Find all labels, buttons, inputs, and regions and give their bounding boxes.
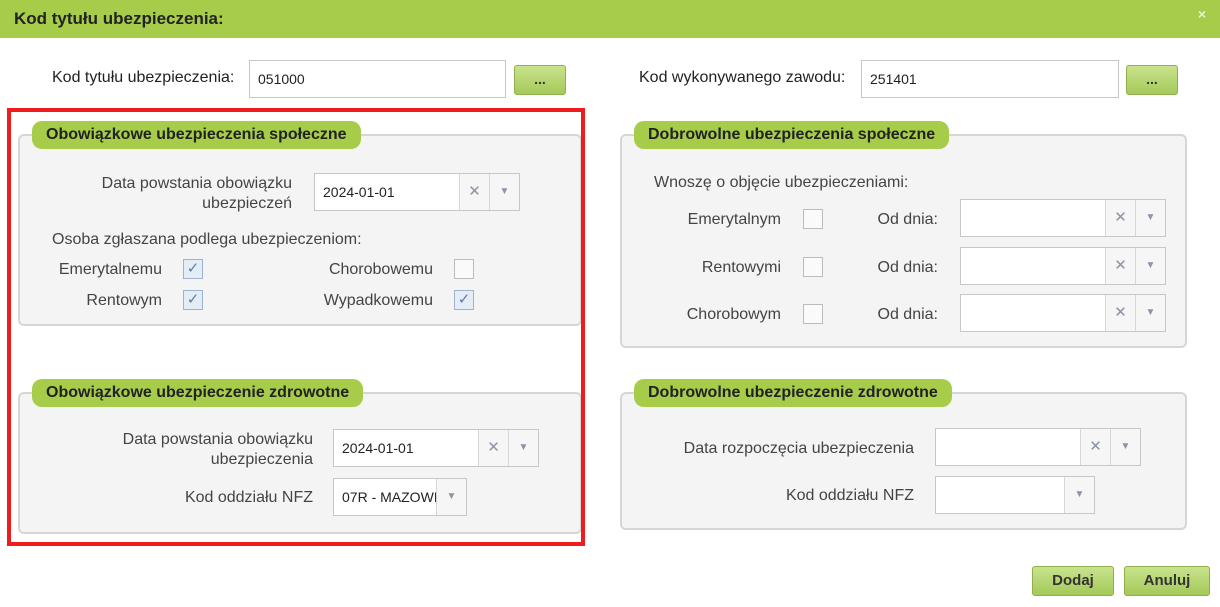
clear-icon[interactable]: ✕ — [1105, 248, 1135, 284]
dobrowolne-zdrowotne-legend: Dobrowolne ubezpieczenie zdrowotne — [634, 379, 952, 407]
emerytalnym-label: Emerytalnym — [687, 211, 781, 228]
dialog-title: Kod tytułu ubezpieczenia: — [14, 9, 224, 28]
cancel-button[interactable]: Anuluj — [1124, 566, 1210, 596]
clear-icon[interactable]: ✕ — [1080, 429, 1110, 465]
dobr-zdr-nfz-label: Kod oddziału NFZ — [785, 487, 914, 504]
chevron-down-icon[interactable]: ▼ — [1110, 429, 1140, 465]
rentowymi-label: Rentowymi — [701, 259, 781, 276]
kod-tytulu-lookup-button[interactable]: ... — [514, 65, 566, 95]
dobr-zdr-nfz-select[interactable]: ▼ — [935, 476, 1095, 514]
chevron-down-icon[interactable]: ▼ — [1135, 295, 1165, 331]
chorobowym-date-combo[interactable]: ✕ ▼ — [960, 294, 1166, 332]
chorobowym-checkbox[interactable] — [803, 304, 823, 324]
highlight-box — [7, 108, 585, 546]
clear-icon[interactable]: ✕ — [1105, 200, 1135, 236]
emerytalnym-od-dnia-label: Od dnia: — [877, 211, 938, 228]
emerytalnym-checkbox[interactable] — [803, 209, 823, 229]
kod-tytulu-input[interactable]: 051000 — [249, 60, 506, 98]
clear-icon[interactable]: ✕ — [1105, 295, 1135, 331]
chevron-down-icon[interactable]: ▼ — [1135, 248, 1165, 284]
kod-zawodu-input[interactable]: 251401 — [861, 60, 1119, 98]
dialog-titlebar: Kod tytułu ubezpieczenia: × — [0, 0, 1220, 38]
emerytalnym-date-combo[interactable]: ✕ ▼ — [960, 199, 1166, 237]
add-button[interactable]: Dodaj — [1032, 566, 1114, 596]
chevron-down-icon[interactable]: ▼ — [1135, 200, 1165, 236]
kod-zawodu-label: Kod wykonywanego zawodu: — [639, 69, 846, 86]
dobr-zdr-date-label: Data rozpoczęcia ubezpieczenia — [683, 440, 914, 457]
dobr-zdr-date-combo[interactable]: ✕ ▼ — [935, 428, 1141, 466]
dobrowolne-spoleczne-legend: Dobrowolne ubezpieczenia społeczne — [634, 121, 950, 149]
rentowymi-checkbox[interactable] — [803, 257, 823, 277]
chorobowym-od-dnia-label: Od dnia: — [877, 306, 938, 323]
rentowymi-date-combo[interactable]: ✕ ▼ — [960, 247, 1166, 285]
kod-zawodu-lookup-button[interactable]: ... — [1126, 65, 1178, 95]
chevron-down-icon[interactable]: ▼ — [1064, 477, 1094, 513]
chorobowym-label: Chorobowym — [686, 306, 781, 323]
close-icon[interactable]: × — [1198, 6, 1206, 22]
kod-tytulu-label: Kod tytułu ubezpieczenia: — [52, 69, 235, 86]
dobr-spol-subheader: Wnoszę o objęcie ubezpieczeniami: — [654, 174, 909, 191]
rentowymi-od-dnia-label: Od dnia: — [877, 259, 938, 276]
